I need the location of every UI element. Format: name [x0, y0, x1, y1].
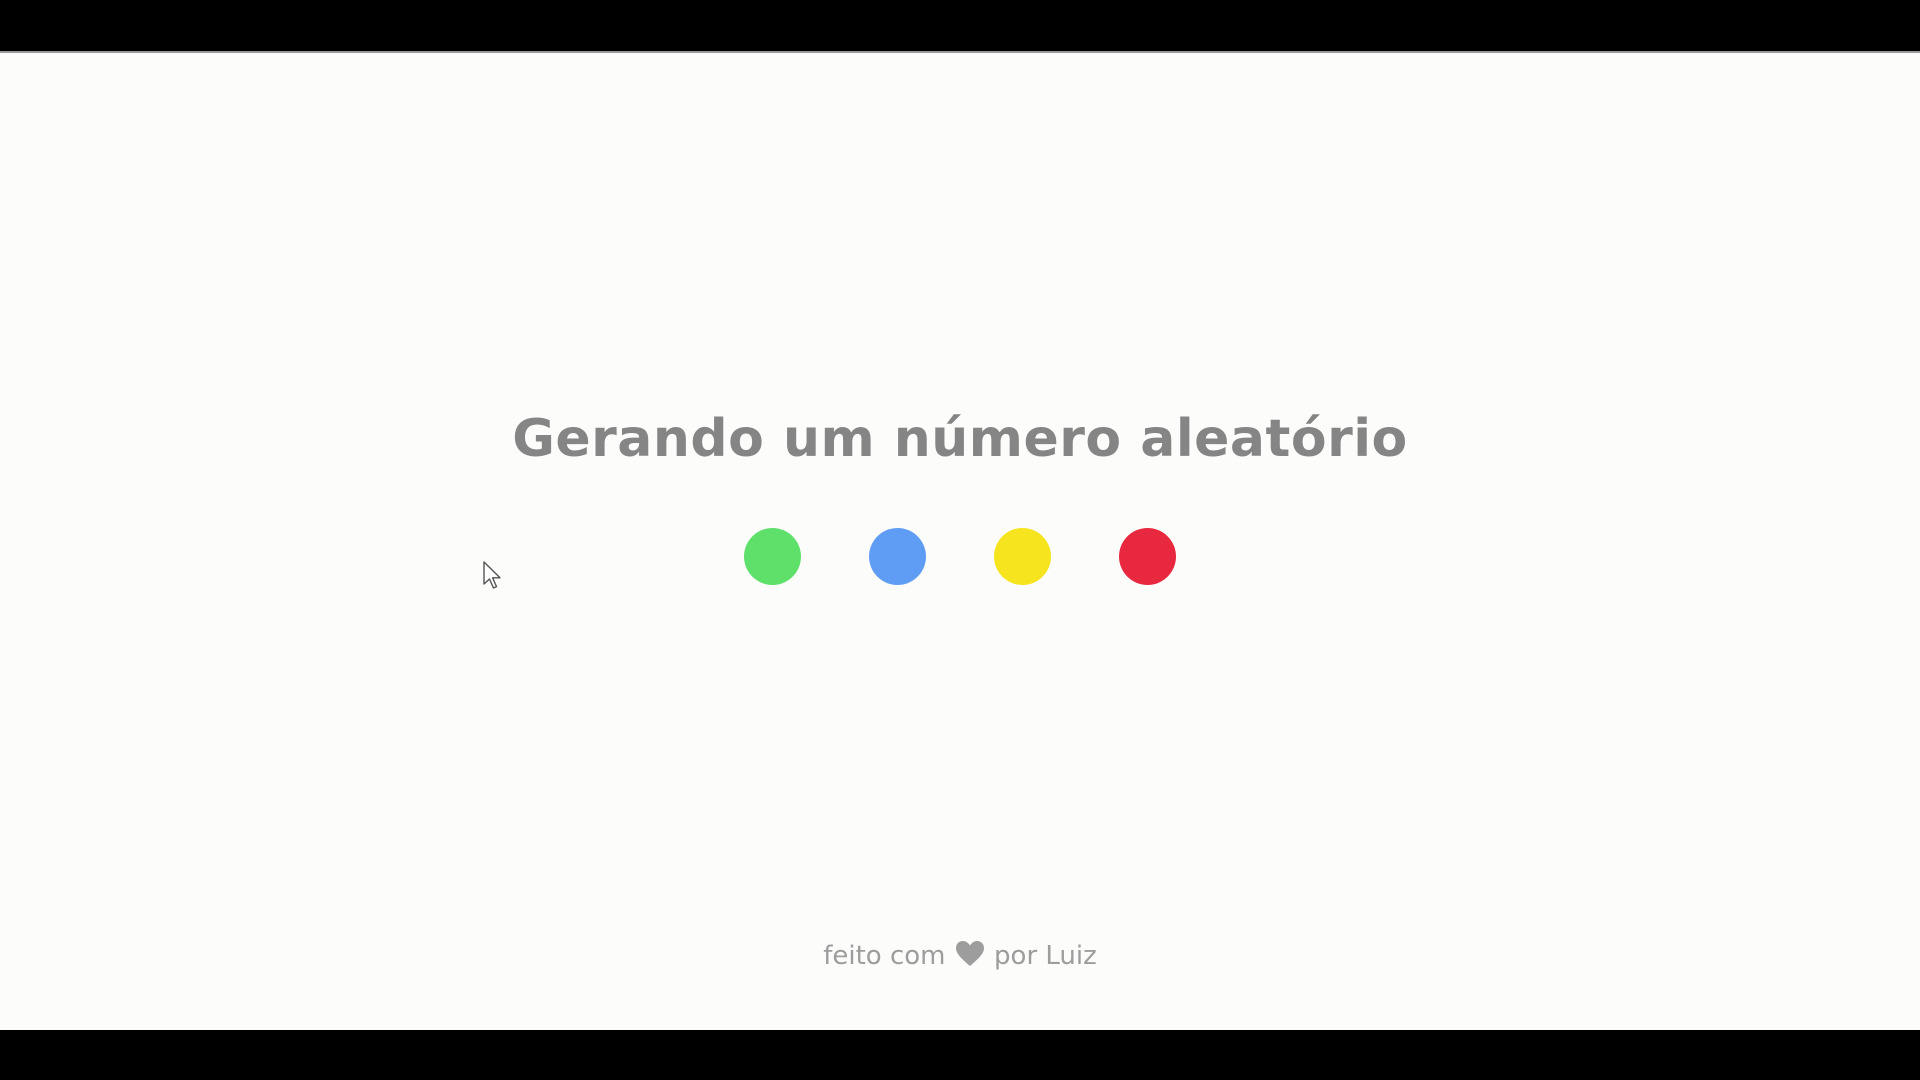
- letterbox-top: [0, 0, 1920, 51]
- letterbox-bottom: [0, 1030, 1920, 1080]
- loading-dots: [0, 528, 1920, 586]
- mouse-cursor-icon: [483, 561, 501, 589]
- loading-dot-green: [744, 528, 801, 585]
- loading-dot-yellow: [994, 528, 1051, 585]
- loading-dot-blue: [869, 528, 926, 585]
- footer-suffix: por Luiz: [994, 941, 1097, 971]
- footer-credit: feito com por Luiz: [0, 940, 1920, 971]
- footer-prefix: feito com: [823, 941, 946, 971]
- page-title: Gerando um número aleatório: [512, 409, 1408, 469]
- loading-dot-red: [1119, 528, 1176, 585]
- page-content: Gerando um número aleatório feito com po…: [0, 51, 1920, 1030]
- heart-icon: [955, 940, 984, 967]
